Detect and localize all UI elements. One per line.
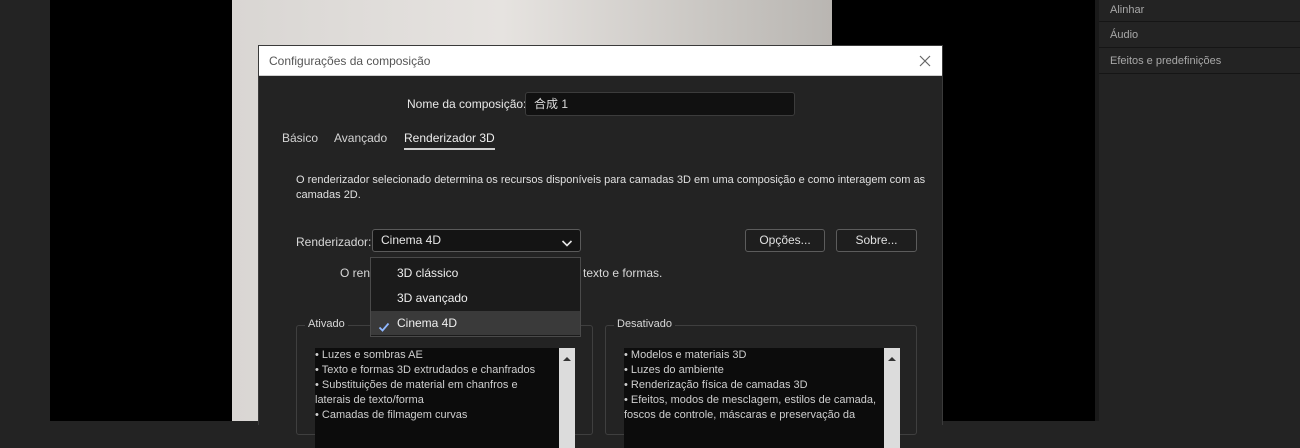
panel-item-efeitos[interactable]: Efeitos e predefinições: [1099, 48, 1300, 74]
menu-item-label: 3D clássico: [397, 266, 459, 280]
dialog-titlebar[interactable]: Configurações da composição: [259, 46, 942, 76]
menu-item-cinema-4d[interactable]: Cinema 4D: [371, 311, 580, 335]
list-item: • Luzes e sombras AE: [315, 349, 423, 361]
enabled-group: Ativado • Luzes e sombras AE • Texto e f…: [296, 318, 593, 448]
list-item: • Renderização física de camadas 3D: [624, 379, 808, 391]
renderer-label: Renderizador:: [296, 235, 372, 249]
menu-item-label: 3D avançado: [397, 291, 468, 305]
enabled-list[interactable]: • Luzes e sombras AE • Texto e formas 3D…: [315, 348, 575, 448]
about-button[interactable]: Sobre...: [836, 229, 917, 252]
check-icon: [378, 317, 390, 332]
list-item: • Substituições de material em chanfros …: [315, 379, 518, 391]
disabled-list[interactable]: • Modelos e materiais 3D • Luzes do ambi…: [624, 348, 900, 448]
close-icon[interactable]: [914, 50, 936, 72]
tab-avancado[interactable]: Avançado: [334, 131, 387, 148]
renderer-select[interactable]: Cinema 4D: [372, 229, 581, 252]
panel-item-audio[interactable]: Áudio: [1099, 22, 1300, 48]
dialog-title: Configurações da composição: [269, 54, 431, 68]
app-window: Alinhar Áudio Efeitos e predefinições Co…: [0, 0, 1300, 448]
left-panel-edge: [0, 0, 50, 421]
right-panel: Alinhar Áudio Efeitos e predefinições: [1099, 0, 1300, 421]
list-item: • Modelos e materiais 3D: [624, 349, 747, 361]
dialog-body: Nome da composição: 合成 1 Básico Avançado…: [259, 77, 942, 448]
disabled-legend: Desativado: [614, 318, 676, 330]
tab-renderizador-3d[interactable]: Renderizador 3D: [404, 131, 495, 150]
renderer-select-value: Cinema 4D: [381, 233, 442, 247]
list-item: • Texto e formas 3D extrudados e chanfra…: [315, 364, 536, 376]
enabled-legend: Ativado: [305, 318, 348, 330]
menu-item-3d-avancado[interactable]: 3D avançado: [371, 286, 580, 310]
list-item: • Efeitos, modos de mesclagem, estilos d…: [624, 394, 877, 406]
composition-name-label: Nome da composição:: [407, 97, 527, 111]
menu-item-3d-classico[interactable]: 3D clássico: [371, 261, 580, 285]
disabled-scrollbar[interactable]: [884, 348, 900, 448]
disabled-group: Desativado • Modelos e materiais 3D • Lu…: [605, 318, 917, 448]
chevron-down-icon: [561, 235, 573, 247]
renderer-description: O renderizador selecionado determina os …: [296, 174, 926, 201]
list-item: laterais de texto/forma: [315, 394, 424, 406]
enabled-scrollbar[interactable]: [559, 348, 575, 448]
list-item: • Luzes do ambiente: [624, 364, 724, 376]
scroll-up-arrow-icon[interactable]: [562, 351, 572, 361]
composition-name-input[interactable]: 合成 1: [525, 92, 795, 116]
menu-item-label: Cinema 4D: [397, 316, 458, 330]
composition-settings-dialog: Configurações da composição Nome da comp…: [258, 45, 943, 448]
renderer-dropdown-menu: 3D clássico 3D avançado Cinema 4D: [370, 257, 581, 337]
panel-item-alinhar[interactable]: Alinhar: [1099, 0, 1300, 22]
renderer-note-end: texto e formas.: [583, 266, 663, 280]
tab-basico[interactable]: Básico: [282, 131, 318, 148]
scroll-up-arrow-icon[interactable]: [887, 351, 897, 361]
options-button[interactable]: Opções...: [745, 229, 825, 252]
